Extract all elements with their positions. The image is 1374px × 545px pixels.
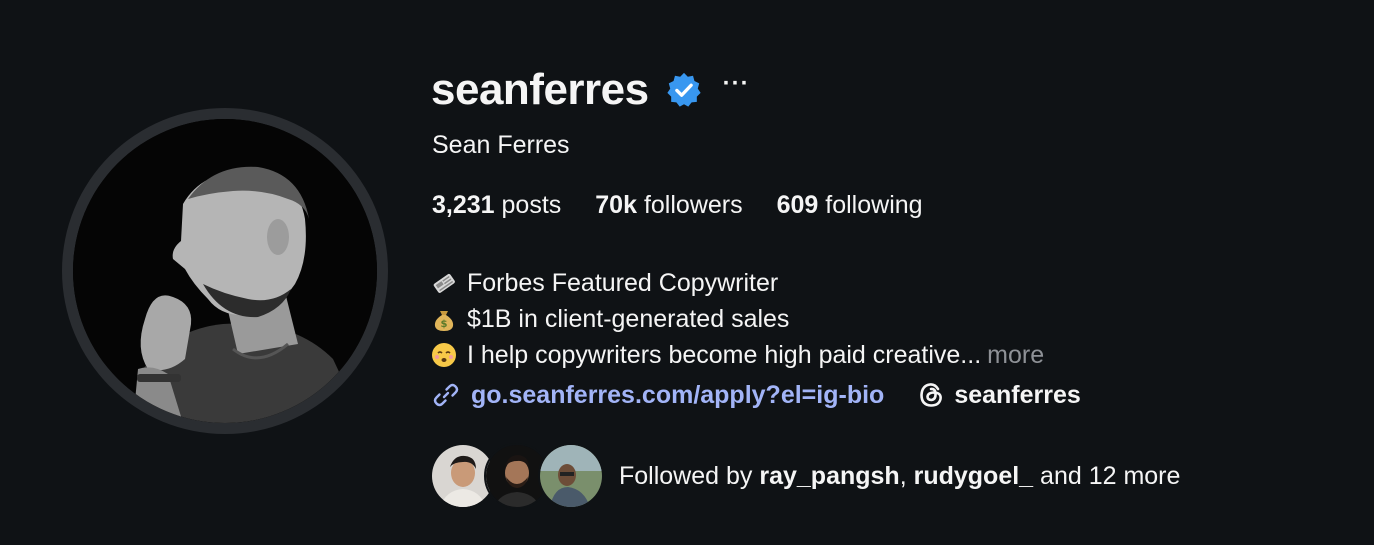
bio-line: Forbes Featured Copywriter <box>431 265 1044 301</box>
links-row: go.seanferres.com/apply?el=ig-bio seanfe… <box>431 380 1081 410</box>
more-options-icon[interactable]: ··· <box>723 72 750 96</box>
mutual-followers-avatars <box>430 443 605 509</box>
username-row: seanferres ··· <box>431 62 750 118</box>
bio-line: I help copywriters become high paid crea… <box>431 337 1044 373</box>
svg-text:$: $ <box>441 319 448 330</box>
profile-stats: 3,231 posts 70k followers 609 following <box>432 191 957 220</box>
followers-label: followers <box>643 191 743 219</box>
face-exhaling-emoji-icon <box>432 343 456 367</box>
profile-avatar-ring[interactable] <box>62 108 388 434</box>
posts-label: posts <box>501 191 562 219</box>
money-bag-emoji-icon: $ <box>434 311 454 331</box>
following-count: 609 <box>776 191 819 219</box>
posts-stat[interactable]: 3,231 posts <box>432 191 561 220</box>
posts-count: 3,231 <box>432 191 495 219</box>
profile-header: seanferres ··· Sean Ferres 3,231 posts 7… <box>0 0 1374 545</box>
website-url: go.seanferres.com/apply?el=ig-bio <box>471 380 885 409</box>
mutual-avatar <box>538 443 604 509</box>
avatar-photo <box>73 119 377 423</box>
threads-link[interactable]: seanferres <box>916 380 1081 410</box>
bio-text: I help copywriters become high paid crea… <box>467 341 982 369</box>
followed-by-user[interactable]: rudygoel_ <box>914 462 1033 490</box>
followed-by-separator: , <box>899 461 907 490</box>
following-stat[interactable]: 609 following <box>777 191 923 220</box>
profile-avatar[interactable] <box>73 119 377 423</box>
bio: Forbes Featured Copywriter $ $1B in clie… <box>431 265 1044 373</box>
bio-more-link[interactable]: more <box>987 337 1044 373</box>
followed-by-text: Followed by ray_pangsh, rudygoel_ and 12… <box>619 462 1180 491</box>
verified-badge-icon <box>666 72 701 107</box>
threads-icon <box>920 383 943 407</box>
followers-stat[interactable]: 70k followers <box>595 191 742 220</box>
followers-count: 70k <box>595 191 637 219</box>
bio-text: $1B in client-generated sales <box>467 305 790 333</box>
bio-text: Forbes Featured Copywriter <box>467 269 779 297</box>
followed-by-prefix: Followed by <box>619 461 753 490</box>
bio-line: $ $1B in client-generated sales <box>431 301 1044 337</box>
website-link[interactable]: go.seanferres.com/apply?el=ig-bio <box>431 380 884 410</box>
newspaper-emoji-icon <box>433 273 455 293</box>
username: seanferres <box>431 65 649 114</box>
following-label: following <box>825 191 923 219</box>
followed-by[interactable]: Followed by ray_pangsh, rudygoel_ and 12… <box>430 443 1180 509</box>
followed-by-suffix: and 12 more <box>1040 461 1181 490</box>
threads-handle: seanferres <box>954 380 1081 409</box>
followed-by-user[interactable]: ray_pangsh <box>759 462 899 490</box>
link-icon <box>433 383 459 407</box>
full-name: Sean Ferres <box>432 131 570 159</box>
